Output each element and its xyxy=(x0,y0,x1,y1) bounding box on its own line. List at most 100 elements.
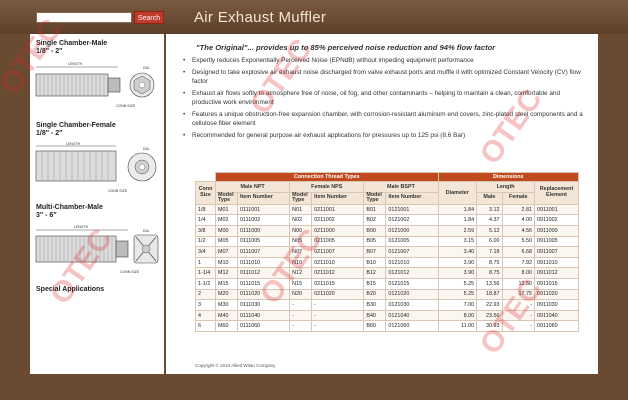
table-cell: 1-1/4 xyxy=(195,267,216,279)
table-cell: B10 xyxy=(363,256,387,269)
table-cell: 0911015 xyxy=(534,277,579,290)
section-title-single-male[interactable]: Single Chamber-Male 1/8" - 2" xyxy=(36,40,107,56)
table-cell: - xyxy=(289,320,313,332)
table-cell: M07 xyxy=(215,246,238,258)
table-cell: 0911030 xyxy=(534,299,579,311)
section-title-multi-male[interactable]: Multi-Chamber-Male 3" - 6" xyxy=(36,204,103,220)
table-cell: - xyxy=(501,320,536,332)
table-cell: 3.15 xyxy=(437,235,478,248)
table-cell: 1.84 xyxy=(437,214,478,226)
section-title-line2: 3" - 6" xyxy=(36,212,57,219)
section-title-special[interactable]: Special Applications xyxy=(36,286,104,294)
band-connection-types: Connection Thread Types xyxy=(215,172,439,182)
section-title-single-female[interactable]: Single Chamber-Female 1/8" - 2" xyxy=(36,122,116,138)
section-title-line2: 1/8" - 2" xyxy=(36,130,63,137)
table-row: 1/4 M02 0111002 N02 0211002 B02 0121002 1.84 4.3… xyxy=(195,214,579,226)
table-cell: 0121040 xyxy=(385,309,439,322)
table-cell: N15 xyxy=(289,277,313,290)
feature-item: Recommended for general purpose air exha… xyxy=(182,131,584,140)
table-cell: M10 xyxy=(215,256,238,269)
table-cell: 0911002 xyxy=(534,214,579,226)
table-cell: N00 xyxy=(289,224,313,237)
conn-size-label: CONN SIZE xyxy=(116,104,136,108)
table-cell: M00 xyxy=(215,224,238,237)
header-length: Length xyxy=(476,181,535,193)
table-cell: 30.93 xyxy=(476,320,503,332)
table-cell: 1/2 xyxy=(195,235,216,248)
table-cell: M20 xyxy=(215,288,238,301)
feature-item: Designed to take explosive air exhaust n… xyxy=(182,68,584,86)
table-cell: 17.75 xyxy=(501,288,536,301)
table-cell: 5.12 xyxy=(476,224,503,237)
table-cell: 0211020 xyxy=(311,288,365,301)
table-cell: 3.90 xyxy=(437,256,478,269)
table-cell: 0121012 xyxy=(385,267,439,279)
table-cell: 4.37 xyxy=(476,214,503,226)
table-cell: 11.00 xyxy=(437,320,478,332)
table-cell: 2.81 xyxy=(501,203,536,216)
table-cell: 0121005 xyxy=(385,235,439,248)
section-title-line1: Single Chamber-Female xyxy=(36,122,116,129)
table-cell: N10 xyxy=(289,256,313,269)
table-cell: 0211000 xyxy=(311,224,365,237)
diagram-single-male: LENGTH DIA. CONN SIZE xyxy=(35,62,155,108)
table-cell: B15 xyxy=(363,277,387,290)
table-row: 1-1/2 M15 0111015 N15 0211015 B15 0121015 5.25 1… xyxy=(195,277,579,290)
table-cell: 0121015 xyxy=(385,277,439,290)
header-length-female: Female xyxy=(501,191,536,205)
header-conn-size: Conn Size xyxy=(195,181,216,205)
table-row: 3/8 M00 0111000 N00 0211000 B00 0121000 2.59 5.1… xyxy=(195,224,579,237)
table-cell: B07 xyxy=(363,246,387,258)
search-button[interactable]: Search xyxy=(134,11,164,24)
length-label: LENGTH xyxy=(68,62,83,66)
table-cell: 0211007 xyxy=(311,246,365,258)
table-cell: 3/4 xyxy=(195,246,216,258)
table-cell: 5.50 xyxy=(501,235,536,248)
table-cell: 0111001 xyxy=(236,203,291,216)
table-cell: B00 xyxy=(363,224,387,237)
table-cell: 3 xyxy=(195,299,216,311)
section-title-line1: Single Chamber-Male xyxy=(36,40,108,47)
length-label: LENGTH xyxy=(74,225,89,229)
table-cell: 0911005 xyxy=(534,235,579,248)
table-cell: N05 xyxy=(289,235,313,248)
table-cell: M30 xyxy=(215,299,238,311)
conn-size-label: CONN SIZE xyxy=(120,270,140,274)
table-cell: 0121007 xyxy=(385,246,439,258)
table-cell: 22.93 xyxy=(476,299,503,311)
table-cell: 6.00 xyxy=(476,235,503,248)
table-cell: N20 xyxy=(289,288,313,301)
table-cell: B05 xyxy=(363,235,387,248)
table-cell: 0211005 xyxy=(311,235,365,248)
header-diameter: Diameter xyxy=(437,181,478,205)
table-cell: 3.12 xyxy=(476,203,503,216)
table-cell: - xyxy=(501,309,536,322)
table-cell: B30 xyxy=(363,299,387,311)
search-input[interactable] xyxy=(36,12,132,23)
table-row: 3 M30 0111030- - B30 0121030 7.00 22.93-0911030 xyxy=(195,299,579,311)
feature-item: Exhaust air flows softly to atmosphere f… xyxy=(182,89,584,107)
table-cell: 0121002 xyxy=(385,214,439,226)
table-cell: 0911007 xyxy=(534,246,579,258)
table-cell: B40 xyxy=(363,309,387,322)
table-cell: 2.59 xyxy=(437,224,478,237)
table-cell: 0111020 xyxy=(236,288,291,301)
diagram-multi-male: LENGTH DIA. CONN SIZE xyxy=(35,225,159,274)
table-cell: - xyxy=(311,299,365,311)
table-cell: 0121010 xyxy=(385,256,439,269)
table-cell: 4.56 xyxy=(501,224,536,237)
header-replacement: Replacement Element xyxy=(534,181,579,205)
table-cell: 0121020 xyxy=(385,288,439,301)
feature-item: Features a unique obstruction-free expan… xyxy=(182,110,584,128)
table-cell: 18.87 xyxy=(476,288,503,301)
table-cell: 0121060 xyxy=(385,320,439,332)
table-cell: 7.92 xyxy=(501,256,536,269)
table-cell: 8.00 xyxy=(437,309,478,322)
table-cell: 1/8 xyxy=(195,203,216,216)
table-cell: 0111030 xyxy=(236,299,291,311)
table-cell: 4 xyxy=(195,309,216,322)
dia-label: DIA. xyxy=(143,66,150,70)
table-cell: 0111002 xyxy=(236,214,291,226)
table-cell: N02 xyxy=(289,214,313,226)
table-cell: 0911010 xyxy=(534,256,579,269)
